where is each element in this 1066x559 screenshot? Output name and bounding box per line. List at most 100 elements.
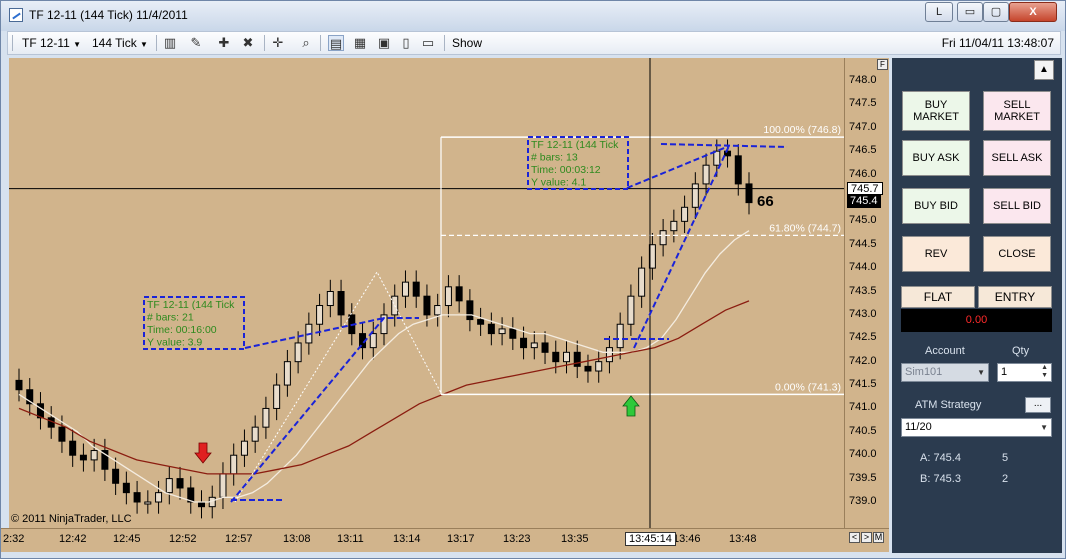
- toolbar-separator: [264, 35, 265, 51]
- candle-up: [90, 450, 98, 461]
- atm-strategy-value: 11/20: [905, 421, 932, 433]
- maximize-chart-button[interactable]: M: [873, 532, 884, 543]
- ruler-1-bars: # bars: 21: [147, 312, 194, 324]
- properties-icon[interactable]: ▭: [420, 35, 436, 51]
- ruler-2-title: TF 12-11 (144 Tick: [531, 139, 619, 151]
- candle-up: [369, 333, 377, 349]
- collapse-panel-button[interactable]: ▲: [1034, 60, 1054, 80]
- scroll-right-button[interactable]: >: [861, 532, 872, 543]
- close-button[interactable]: X: [1009, 2, 1057, 22]
- candle-down: [176, 478, 184, 489]
- strategies-icon[interactable]: ▣: [376, 35, 392, 51]
- sell-bid-button[interactable]: SELL BID: [983, 188, 1051, 224]
- price-tick-label: 743.0: [849, 307, 877, 320]
- chart-nav: < > M: [849, 532, 885, 543]
- close-position-button[interactable]: CLOSE: [983, 236, 1051, 272]
- candle-up: [273, 384, 281, 409]
- candle-up: [326, 291, 334, 307]
- bid-price-label: B: 745.3: [920, 473, 961, 485]
- time-tick-label: 12:45: [113, 533, 141, 545]
- candle-down: [79, 454, 87, 461]
- ruler-2-yvalue: Y value: 4.1: [531, 177, 586, 189]
- fib-0-label: 0.00% (741.3): [775, 381, 841, 393]
- atm-strategy-options-button[interactable]: ...: [1025, 397, 1051, 413]
- crosshair-icon[interactable]: ✛: [270, 35, 286, 51]
- qty-label: Qty: [1012, 345, 1030, 357]
- time-axis[interactable]: 2:32 12:42 12:45 12:52 12:57 13:08 13:11 13:14 1…: [1, 528, 889, 552]
- remove-indicator-icon[interactable]: ✖: [240, 35, 256, 51]
- price-tick-label: 744.0: [849, 261, 877, 274]
- candle-down: [198, 501, 205, 508]
- candle-down: [584, 365, 592, 372]
- price-tick-label: 740.0: [849, 448, 877, 461]
- instrument-label: TF 12-11: [22, 36, 70, 50]
- buy-ask-button[interactable]: BUY ASK: [902, 140, 970, 176]
- atm-strategy-select[interactable]: 11/20 ▼: [901, 418, 1052, 437]
- account-select[interactable]: Sim101 ▼: [901, 363, 989, 382]
- chevron-down-icon: ▼: [1040, 423, 1048, 432]
- price-tick-label: 742.5: [849, 331, 877, 344]
- stepper-arrows-icon[interactable]: ▲ ▼: [1041, 364, 1048, 380]
- quantity-stepper[interactable]: 1 ▲ ▼: [997, 363, 1052, 382]
- candle-down: [337, 291, 345, 316]
- candle-down: [58, 426, 66, 442]
- bar-counter-label: 66: [757, 193, 774, 210]
- show-menu[interactable]: Show: [452, 36, 482, 50]
- flat-position-header: FLAT: [901, 286, 975, 308]
- price-tick-label: 739.0: [849, 495, 877, 507]
- candle-up: [681, 206, 689, 222]
- candle-down: [15, 379, 23, 391]
- buy-market-button[interactable]: BUY MARKET: [902, 91, 970, 131]
- sell-market-button[interactable]: SELL MARKET: [983, 91, 1051, 131]
- time-tick-label: 13:11: [337, 533, 364, 545]
- time-tick-label: 13:48: [729, 533, 757, 545]
- toolbar-grip: [12, 35, 13, 51]
- candle-up: [401, 281, 409, 297]
- title-bar[interactable]: TF 12-11 (144 Tick) 11/4/2011 L ▭ ▢ X: [1, 1, 1065, 31]
- buy-bid-button[interactable]: BUY BID: [902, 188, 970, 224]
- price-tick-label: 745.0: [849, 214, 877, 227]
- period-label: 144 Tick: [92, 36, 137, 50]
- chevron-down-icon: ▼: [73, 40, 82, 49]
- ruler-2-line: [633, 145, 730, 349]
- minimize-button[interactable]: ▭: [957, 2, 983, 22]
- price-chart[interactable]: TF 12-11 (144 Tick # bars: 21 Time: 00:16:…: [9, 58, 844, 528]
- instrument-selector[interactable]: TF 12-11 ▼: [22, 36, 81, 50]
- buy-signal-arrow: [622, 395, 640, 417]
- link-button[interactable]: L: [925, 2, 953, 22]
- price-tick-label: 746.0: [849, 167, 877, 180]
- zoom-icon[interactable]: ⌕: [298, 35, 314, 51]
- candle-down: [541, 342, 549, 353]
- pencil-icon[interactable]: ✎: [188, 35, 204, 51]
- account-value: Sim101: [905, 366, 943, 378]
- copy-icon[interactable]: ▯: [398, 35, 414, 51]
- candle-up: [713, 150, 721, 166]
- candle-down: [112, 468, 120, 484]
- f-button[interactable]: F: [877, 59, 888, 70]
- toolbar-datetime: Fri 11/04/11 13:48:07: [941, 36, 1054, 50]
- price-axis[interactable]: 748.0747.5747.0746.5746.0745.5745.0744.5…: [844, 58, 889, 528]
- candle-up: [434, 305, 442, 316]
- price-tick-label: 743.5: [849, 284, 877, 297]
- toolbar-separator: [156, 35, 157, 51]
- scroll-left-button[interactable]: <: [849, 532, 860, 543]
- bar-type-icon[interactable]: ▥: [162, 35, 178, 51]
- chart-trader-icon[interactable]: ▤: [328, 35, 344, 51]
- maximize-button[interactable]: ▢: [983, 2, 1009, 22]
- ask-size-label: 5: [1002, 452, 1009, 464]
- ruler-2-time: Time: 00:03:12: [531, 164, 601, 176]
- reverse-button[interactable]: REV: [902, 236, 970, 272]
- time-tick-label: 13:08: [283, 533, 311, 545]
- chart-window: TF 12-11 (144 Tick) 11/4/2011 L ▭ ▢ X TF…: [0, 0, 1066, 559]
- price-tick-label: 740.5: [849, 424, 877, 437]
- candle-up: [563, 351, 570, 363]
- indicators-icon[interactable]: ▦: [352, 35, 368, 51]
- candle-up: [283, 361, 291, 386]
- candle-down: [552, 351, 560, 363]
- sell-ask-button[interactable]: SELL ASK: [983, 140, 1051, 176]
- add-indicator-icon[interactable]: ✚: [216, 35, 232, 51]
- candle-up: [294, 342, 302, 363]
- candle-up: [605, 347, 613, 363]
- period-selector[interactable]: 144 Tick ▼: [92, 36, 148, 50]
- ruler-1-title: TF 12-11 (144 Tick: [147, 299, 235, 311]
